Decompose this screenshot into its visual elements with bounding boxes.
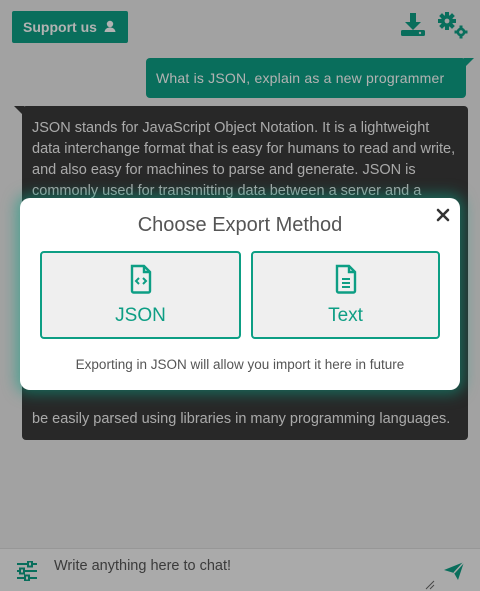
export-json-button[interactable]: JSON bbox=[40, 251, 241, 339]
close-icon[interactable] bbox=[434, 206, 452, 224]
modal-title: Choose Export Method bbox=[137, 214, 343, 236]
export-json-label: JSON bbox=[115, 304, 166, 326]
export-text-button[interactable]: Text bbox=[251, 251, 440, 339]
export-text-label: Text bbox=[328, 304, 363, 326]
file-code-icon bbox=[129, 264, 153, 299]
export-modal: Choose Export Method JSON Text Exporting… bbox=[20, 198, 460, 390]
export-note: Exporting in JSON will allow you import … bbox=[75, 357, 405, 372]
file-text-icon bbox=[334, 264, 358, 299]
